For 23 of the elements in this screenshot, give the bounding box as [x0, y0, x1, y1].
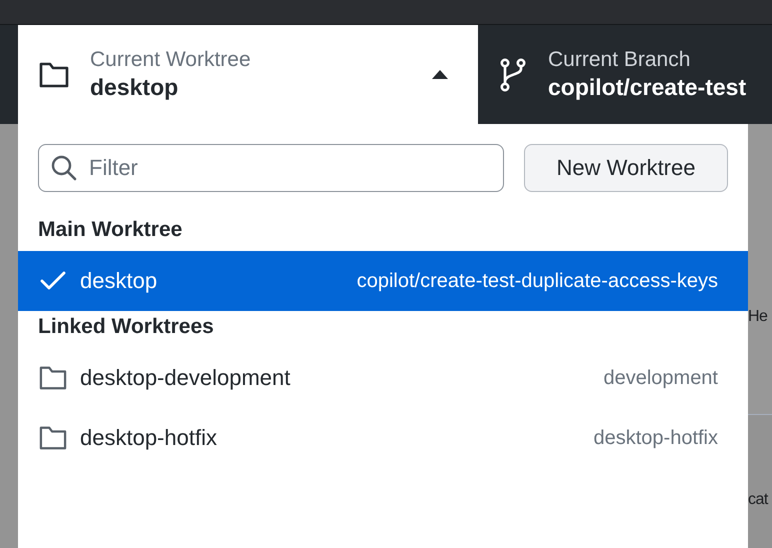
group-header: Main Worktree	[37, 217, 184, 243]
filter-field[interactable]: Filter	[38, 144, 504, 192]
group-header: Linked Worktrees	[37, 314, 215, 340]
worktree-name: desktop-development	[80, 365, 290, 391]
branch-name: desktop-hotfix	[593, 426, 718, 450]
background-text: He	[748, 308, 768, 326]
folder-icon	[38, 60, 70, 88]
worktree-item[interactable]: desktop-development development	[18, 348, 748, 408]
worktree-name: desktop-hotfix	[80, 425, 217, 451]
branch-name: development	[603, 366, 718, 390]
branch-icon	[500, 58, 526, 92]
worktree-item[interactable]: desktop copilot/create-test-duplicate-access-keys	[18, 251, 748, 311]
new-worktree-button[interactable]: New Worktree	[524, 144, 728, 192]
background-text: cat	[748, 491, 768, 509]
worktree-name: desktop	[80, 268, 158, 294]
worktree-item[interactable]: desktop-hotfix desktop-hotfix	[18, 408, 748, 468]
branch-name: copilot/create-test-duplicate-access-keys	[356, 270, 718, 292]
search-icon	[51, 155, 77, 181]
current-worktree-button[interactable]: Current Worktree desktop	[18, 25, 478, 124]
folder-icon	[38, 425, 68, 451]
caret-icon	[432, 70, 448, 79]
folder-icon	[38, 365, 68, 391]
checkmark-icon	[38, 271, 68, 291]
